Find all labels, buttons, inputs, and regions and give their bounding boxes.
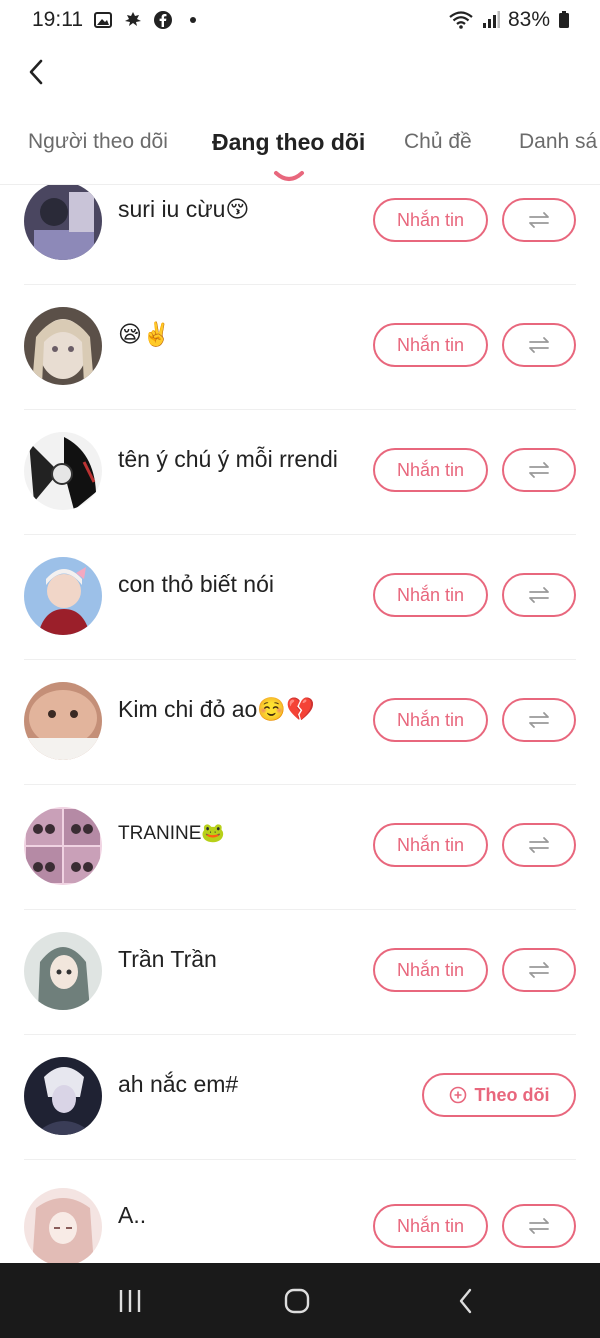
avatar[interactable] [24,1188,102,1263]
swap-arrows-icon [529,587,549,603]
list-item[interactable]: Trần Trần Nhắn tin [0,910,600,1035]
message-button[interactable]: Nhắn tin [373,573,488,617]
username[interactable]: con thỏ biết nói [118,571,274,598]
signal-icon [482,10,500,30]
tab-list[interactable]: Danh sá [519,130,597,154]
avatar[interactable] [24,557,102,635]
active-tab-indicator [274,171,304,181]
recent-apps-button[interactable] [110,1283,150,1319]
tab-followers[interactable]: Người theo dõi [28,130,168,154]
recent-apps-icon [119,1290,141,1312]
maple-leaf-icon [123,10,143,30]
image-icon [93,10,113,30]
list-item[interactable]: A.. Nhắn tin [0,1160,600,1263]
username[interactable]: A.. [118,1202,146,1229]
top-bar [0,40,600,110]
unfollow-button[interactable] [502,948,576,992]
home-button[interactable] [277,1283,317,1319]
swap-arrows-icon [529,962,549,978]
avatar[interactable] [24,185,102,260]
unfollow-button[interactable] [502,823,576,867]
list-item[interactable]: Kim chi đỏ ao☺️💔 Nhắn tin [0,660,600,785]
message-button[interactable]: Nhắn tin [373,198,488,242]
message-button[interactable]: Nhắn tin [373,1204,488,1248]
avatar[interactable] [24,307,102,385]
back-button[interactable] [18,54,54,90]
chevron-left-icon [29,59,43,85]
swap-arrows-icon [529,837,549,853]
username[interactable]: Kim chi đỏ ao☺️💔 [118,696,315,723]
message-button[interactable]: Nhắn tin [373,448,488,492]
status-left: 19:11 [32,8,203,32]
system-nav-bar [0,1263,600,1338]
username[interactable]: suri iu cừu😚 [118,196,249,223]
back-arrow-icon [459,1288,472,1314]
swap-arrows-icon [529,712,549,728]
swap-arrows-icon [529,462,549,478]
battery-percent: 83% [507,8,550,31]
tab-following[interactable]: Đang theo dõi [212,129,365,156]
dot-icon [183,10,203,30]
username[interactable]: 😪✌️ [118,321,171,348]
unfollow-button[interactable] [502,573,576,617]
unfollow-button[interactable] [502,698,576,742]
avatar[interactable] [24,1057,102,1135]
message-button[interactable]: Nhắn tin [373,323,488,367]
username[interactable]: tên ý chú ý mỗi rrendi [118,446,338,473]
swap-arrows-icon [529,1218,549,1234]
status-bar: 19:11 83% [0,0,600,40]
system-back-button[interactable] [446,1283,486,1319]
avatar[interactable] [24,682,102,760]
unfollow-button[interactable] [502,323,576,367]
home-icon [284,1288,310,1314]
avatar[interactable] [24,932,102,1010]
follow-button[interactable]: Theo dõi [422,1073,576,1117]
tab-bar: Người theo dõi Đang theo dõi Chủ đề Danh… [0,120,600,184]
follow-button-label: Theo dõi [474,1084,550,1105]
username[interactable]: Trần Trần [118,946,217,973]
username[interactable]: TRANINE🐸 [118,821,225,845]
avatar[interactable] [24,807,102,885]
unfollow-button[interactable] [502,1204,576,1248]
following-list[interactable]: suri iu cừu😚 Nhắn tin 😪✌️ Nhắn tin tên ý… [0,185,600,1263]
avatar[interactable] [24,432,102,510]
list-item[interactable]: ah nắc em# Theo dõi [0,1035,600,1160]
battery-icon [558,10,570,30]
message-button[interactable]: Nhắn tin [373,948,488,992]
wifi-icon [448,10,474,30]
swap-arrows-icon [529,212,549,228]
list-item[interactable]: suri iu cừu😚 Nhắn tin [0,185,600,285]
plus-circle-icon [449,1086,466,1104]
facebook-icon [153,10,173,30]
list-item[interactable]: TRANINE🐸 Nhắn tin [0,785,600,910]
swap-arrows-icon [529,337,549,353]
list-item[interactable]: con thỏ biết nói Nhắn tin [0,535,600,660]
message-button[interactable]: Nhắn tin [373,823,488,867]
tab-topics[interactable]: Chủ đề [404,130,472,154]
message-button[interactable]: Nhắn tin [373,698,488,742]
list-item[interactable]: 😪✌️ Nhắn tin [0,285,600,410]
status-time: 19:11 [32,8,83,31]
unfollow-button[interactable] [502,448,576,492]
status-right: 83% [448,8,570,32]
username[interactable]: ah nắc em# [118,1071,238,1098]
unfollow-button[interactable] [502,198,576,242]
list-item[interactable]: tên ý chú ý mỗi rrendi Nhắn tin [0,410,600,535]
